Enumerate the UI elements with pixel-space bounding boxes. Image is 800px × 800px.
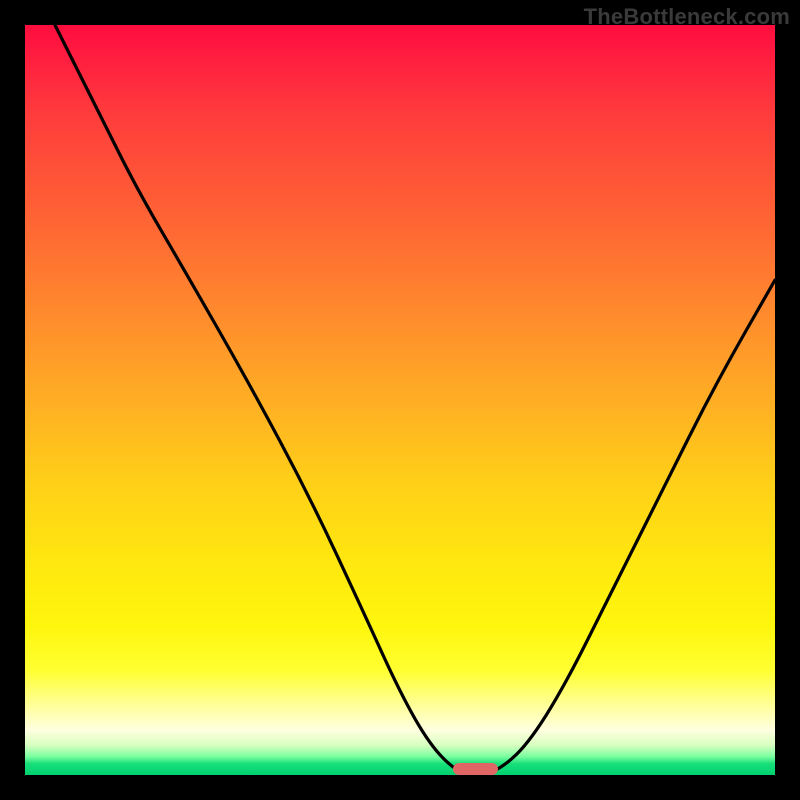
- watermark-text: TheBottleneck.com: [584, 4, 790, 30]
- optimal-marker: [453, 763, 498, 775]
- plot-area: [25, 25, 775, 775]
- bottleneck-curve: [25, 25, 775, 775]
- chart-frame: TheBottleneck.com: [0, 0, 800, 800]
